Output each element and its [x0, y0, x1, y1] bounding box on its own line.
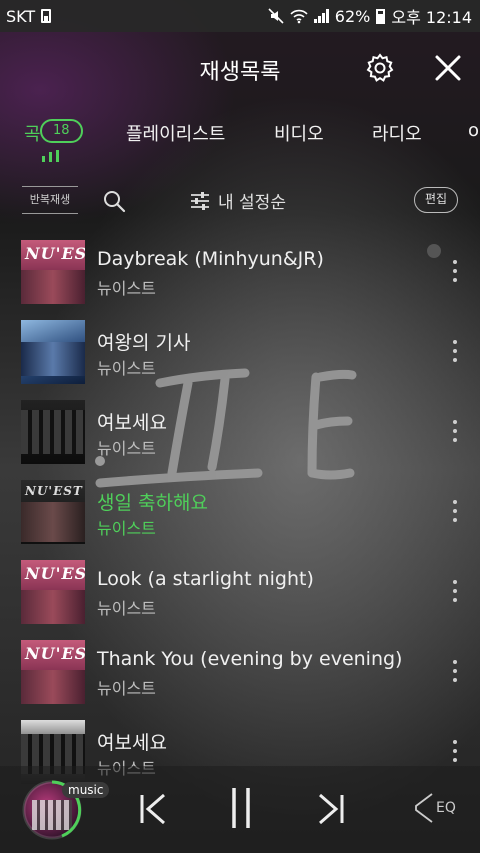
- sim-icon: [41, 9, 52, 23]
- now-playing-eq-icon: [42, 150, 59, 162]
- album-cover: NU'EST: [21, 560, 85, 624]
- album-cover: NU'EST: [21, 640, 85, 704]
- close-icon[interactable]: [430, 50, 466, 86]
- song-title: Thank You (evening by evening): [97, 648, 403, 670]
- battery-percent: 62%: [334, 6, 371, 26]
- mute-icon: [268, 8, 284, 24]
- song-row[interactable]: NU'EST Thank You (evening by evening) 뉴이…: [0, 632, 480, 712]
- album-cover: NU'EST: [21, 480, 85, 544]
- song-artist: 뉴이스트: [97, 679, 156, 698]
- song-title: 여왕의 기사: [97, 332, 191, 354]
- gear-icon[interactable]: [364, 52, 396, 84]
- song-title: Daybreak (Minhyun&JR): [97, 248, 324, 270]
- speaker-icon: [415, 793, 433, 823]
- wifi-icon: [290, 9, 308, 24]
- album-cover: NU'EST: [21, 240, 85, 304]
- mini-player: music EQ: [0, 766, 480, 853]
- eq-label: EQ: [436, 800, 456, 816]
- sort-button[interactable]: 내 설정순: [190, 188, 286, 213]
- repeat-button[interactable]: 반복재생: [22, 186, 78, 214]
- status-bar: SKT 62% 오후 12:14: [0, 0, 480, 32]
- song-title: 여보세요: [97, 732, 167, 754]
- sort-label: 내 설정순: [218, 193, 286, 213]
- more-options-icon[interactable]: [452, 500, 458, 522]
- signal-icon: [313, 9, 329, 23]
- next-icon[interactable]: [316, 792, 346, 826]
- sliders-icon: [191, 191, 209, 210]
- song-artist: 뉴이스트: [97, 519, 156, 538]
- clock: 오후 12:14: [391, 8, 472, 27]
- tab-playlist[interactable]: 플레이리스트: [126, 120, 225, 146]
- page-title: 재생목록: [199, 60, 281, 85]
- more-options-icon[interactable]: [452, 580, 458, 602]
- playlist-header: 재생목록: [0, 32, 480, 102]
- more-options-icon[interactable]: [452, 420, 458, 442]
- playlist-toolbar: 반복재생 내 설정순 편집: [0, 180, 480, 222]
- more-options-icon[interactable]: [452, 740, 458, 762]
- pause-icon[interactable]: [228, 786, 254, 830]
- song-row[interactable]: NU'EST Look (a starlight night) 뉴이스트: [0, 552, 480, 632]
- song-count-badge: 18: [40, 119, 83, 143]
- song-artist: 뉴이스트: [97, 599, 156, 618]
- tab-more[interactable]: o: [468, 120, 479, 141]
- song-artist: 뉴이스트: [97, 279, 156, 298]
- music-badge: music: [62, 782, 110, 798]
- tab-radio[interactable]: 라디오: [372, 120, 422, 146]
- handwriting-overlay: [95, 368, 357, 488]
- scroll-handle[interactable]: [427, 244, 441, 258]
- tab-bar: 곡 18 플레이리스트 비디오 라디오 o: [0, 108, 480, 168]
- battery-icon: [376, 8, 386, 24]
- album-cover: [21, 400, 85, 464]
- edit-button[interactable]: 편집: [414, 187, 458, 213]
- more-options-icon[interactable]: [452, 340, 458, 362]
- song-row[interactable]: NU'EST Daybreak (Minhyun&JR) 뉴이스트: [0, 232, 480, 312]
- more-options-icon[interactable]: [452, 660, 458, 682]
- album-cover: [21, 320, 85, 384]
- song-title: Look (a starlight night): [97, 568, 314, 590]
- eq-button[interactable]: EQ: [414, 792, 456, 824]
- tab-songs-label: 곡: [24, 124, 41, 145]
- tab-video[interactable]: 비디오: [274, 120, 324, 146]
- carrier-label: SKT: [6, 6, 36, 26]
- more-options-icon[interactable]: [452, 260, 458, 282]
- previous-icon[interactable]: [138, 792, 168, 826]
- search-icon[interactable]: [102, 189, 126, 213]
- tab-songs[interactable]: 곡: [24, 120, 41, 146]
